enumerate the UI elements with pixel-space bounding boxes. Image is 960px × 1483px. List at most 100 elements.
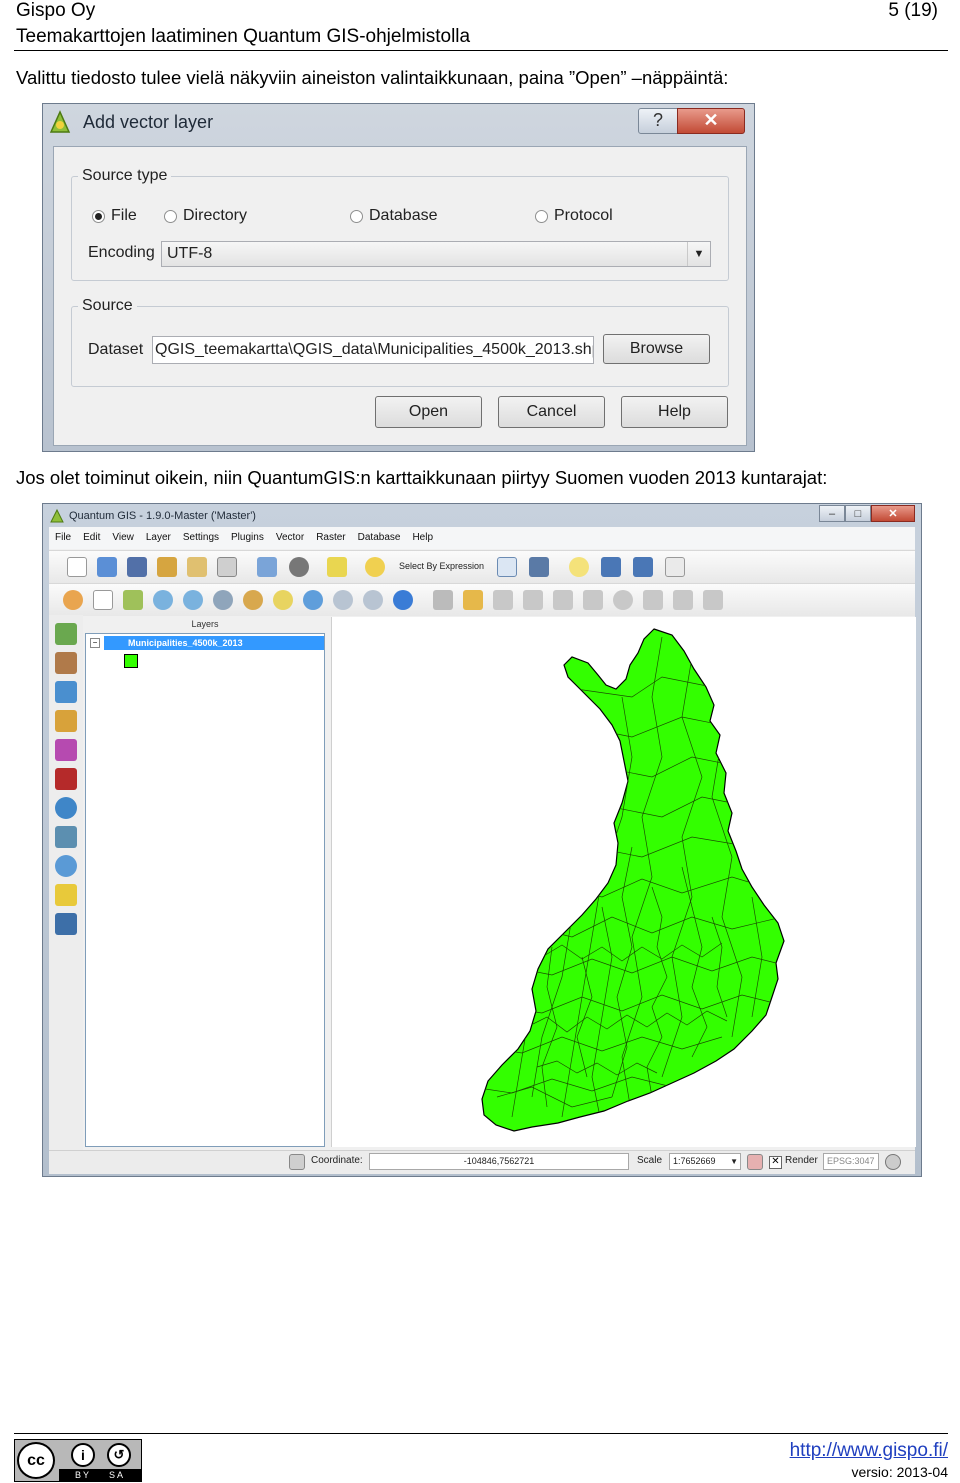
- crs-status[interactable]: EPSG:3047: [823, 1153, 879, 1170]
- show-bookmarks-icon[interactable]: [633, 557, 653, 577]
- save-as-icon[interactable]: [157, 557, 177, 577]
- add-spatialite-layer-icon[interactable]: [55, 710, 77, 732]
- zoom-tool-icon[interactable]: [63, 590, 83, 610]
- header-divider: [14, 50, 948, 51]
- add-vector-layer-icon[interactable]: [55, 623, 77, 645]
- menu-help[interactable]: Help: [406, 527, 439, 549]
- open-button[interactable]: Open: [375, 396, 482, 428]
- encoding-select[interactable]: UTF-8 ▼: [161, 241, 711, 267]
- maximize-icon[interactable]: □: [845, 505, 871, 522]
- chevron-down-icon[interactable]: ▼: [687, 242, 710, 266]
- radio-database[interactable]: Database: [350, 207, 438, 225]
- document-title: Teemakarttojen laatiminen Quantum GIS-oh…: [16, 26, 471, 47]
- menu-settings[interactable]: Settings: [177, 527, 225, 549]
- gear-icon[interactable]: [289, 557, 309, 577]
- coordinate-field[interactable]: -104846,7562721: [369, 1153, 629, 1170]
- move-feature-icon[interactable]: [553, 590, 573, 610]
- dataset-input[interactable]: QGIS_teemakartta\QGIS_data\Municipalitie…: [152, 336, 594, 364]
- add-feature-icon[interactable]: [523, 590, 543, 610]
- cut-features-icon[interactable]: [643, 590, 663, 610]
- menu-vector[interactable]: Vector: [270, 527, 310, 549]
- node-tool-icon[interactable]: [583, 590, 603, 610]
- radio-file-dot[interactable]: [92, 209, 105, 223]
- zoom-last-icon[interactable]: [333, 590, 353, 610]
- copy-features-icon[interactable]: [673, 590, 693, 610]
- map-tips-icon[interactable]: [569, 557, 589, 577]
- chevron-down-icon[interactable]: ▼: [730, 1154, 738, 1169]
- help-icon[interactable]: ?: [638, 108, 678, 134]
- close-icon[interactable]: ✕: [677, 108, 745, 134]
- add-postgis-layer-icon[interactable]: [55, 681, 77, 703]
- help-button[interactable]: Help: [621, 396, 728, 428]
- pan-icon[interactable]: [93, 590, 113, 610]
- add-wfs-layer-icon[interactable]: [55, 855, 77, 877]
- current-edits-icon[interactable]: [433, 590, 453, 610]
- zoom-in-icon[interactable]: [153, 590, 173, 610]
- menu-layer[interactable]: Layer: [140, 527, 177, 549]
- finland-municipalities-map[interactable]: [332, 617, 916, 1147]
- dialog-body: Source type File Directory Database Prot…: [53, 146, 747, 446]
- collapse-icon[interactable]: −: [90, 638, 100, 648]
- render-checkbox[interactable]: ✕: [769, 1156, 782, 1169]
- paste-features-icon[interactable]: [703, 590, 723, 610]
- radio-directory[interactable]: Directory: [164, 207, 247, 225]
- new-bookmark-icon[interactable]: [601, 557, 621, 577]
- pan-to-selection-icon[interactable]: [123, 590, 143, 610]
- browse-button[interactable]: Browse: [603, 334, 710, 364]
- radio-directory-dot[interactable]: [164, 209, 177, 223]
- delete-selected-icon[interactable]: [613, 590, 633, 610]
- crs-globe-icon[interactable]: [885, 1154, 901, 1170]
- website-link[interactable]: http://www.gispo.fi/: [790, 1440, 948, 1462]
- menu-view[interactable]: View: [106, 527, 140, 549]
- new-project-icon[interactable]: [67, 557, 87, 577]
- radio-file[interactable]: File: [92, 207, 137, 225]
- select-by-expression-label[interactable]: Select By Expression: [399, 561, 484, 571]
- menu-raster[interactable]: Raster: [310, 527, 351, 549]
- print-composer-icon[interactable]: [187, 557, 207, 577]
- menu-edit[interactable]: Edit: [77, 527, 106, 549]
- deselect-icon[interactable]: [365, 557, 385, 577]
- qgis-logo-icon: [50, 508, 64, 523]
- menu-plugins[interactable]: Plugins: [225, 527, 270, 549]
- zoom-selection-icon[interactable]: [243, 590, 263, 610]
- select-features-icon[interactable]: [327, 557, 347, 577]
- add-raster-layer-icon[interactable]: [55, 652, 77, 674]
- window-controls: – □ ✕: [819, 505, 915, 522]
- measure-icon[interactable]: [529, 557, 549, 577]
- refresh-icon[interactable]: [393, 590, 413, 610]
- toggle-extents-icon[interactable]: [289, 1154, 305, 1170]
- new-shapefile-icon[interactable]: [55, 884, 77, 906]
- add-wcs-layer-icon[interactable]: [55, 826, 77, 848]
- attribute-table-icon[interactable]: [497, 557, 517, 577]
- menu-database[interactable]: Database: [352, 527, 407, 549]
- cancel-button[interactable]: Cancel: [498, 396, 605, 428]
- zoom-native-icon[interactable]: [303, 590, 323, 610]
- stop-rendering-icon[interactable]: [747, 1154, 763, 1170]
- close-icon[interactable]: ✕: [871, 505, 915, 522]
- identify-icon[interactable]: [257, 557, 277, 577]
- text-annotation-icon[interactable]: [665, 557, 685, 577]
- zoom-layer-icon[interactable]: [273, 590, 293, 610]
- open-project-icon[interactable]: [97, 557, 117, 577]
- attribution-icon: i: [71, 1443, 95, 1467]
- minimize-icon[interactable]: –: [819, 505, 845, 522]
- radio-protocol-dot[interactable]: [535, 209, 548, 223]
- zoom-full-icon[interactable]: [213, 590, 233, 610]
- menu-file[interactable]: File: [49, 527, 77, 549]
- zoom-next-icon[interactable]: [363, 590, 383, 610]
- print-icon[interactable]: [217, 557, 237, 577]
- toggle-editing-icon[interactable]: [463, 590, 483, 610]
- add-mssql-layer-icon[interactable]: [55, 739, 77, 761]
- save-edits-icon[interactable]: [493, 590, 513, 610]
- layer-item[interactable]: Municipalities_4500k_2013: [104, 636, 324, 650]
- radio-protocol[interactable]: Protocol: [535, 207, 613, 225]
- add-oracle-layer-icon[interactable]: [55, 768, 77, 790]
- radio-database-dot[interactable]: [350, 209, 363, 223]
- save-project-icon[interactable]: [127, 557, 147, 577]
- license-text: BY SA: [59, 1469, 141, 1481]
- zoom-out-icon[interactable]: [183, 590, 203, 610]
- remove-layer-icon[interactable]: [55, 913, 77, 935]
- add-wms-layer-icon[interactable]: [55, 797, 77, 819]
- map-canvas[interactable]: [331, 617, 916, 1147]
- scale-combo[interactable]: 1:7652669 ▼: [669, 1153, 741, 1170]
